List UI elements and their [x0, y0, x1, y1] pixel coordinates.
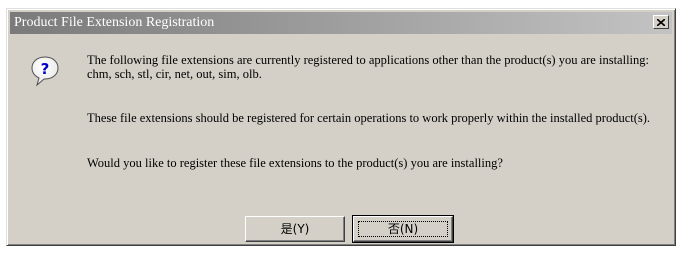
no-button[interactable]: 否(N) — [352, 215, 454, 243]
window-title: Product File Extension Registration — [14, 15, 215, 30]
yes-button-label: 是(Y) — [280, 222, 310, 236]
close-button[interactable] — [653, 15, 669, 29]
no-button-label: 否(N) — [387, 222, 419, 236]
message-text-operations: These file extensions should be register… — [87, 111, 651, 125]
question-icon: ? — [31, 56, 59, 87]
extensions-list: chm, sch, stl, cir, net, out, sim, olb. — [87, 67, 262, 81]
message-extensions: The following file extensions are curren… — [87, 53, 672, 81]
message-text-question: Would you like to register these file ex… — [87, 156, 503, 170]
message-text-registered: The following file extensions are curren… — [87, 53, 649, 67]
yes-button[interactable]: 是(Y) — [245, 216, 345, 242]
title-bar[interactable]: Product File Extension Registration — [10, 12, 672, 34]
registration-dialog: Product File Extension Registration ? Th… — [6, 8, 676, 246]
svg-text:?: ? — [41, 60, 50, 78]
close-icon — [657, 18, 665, 26]
